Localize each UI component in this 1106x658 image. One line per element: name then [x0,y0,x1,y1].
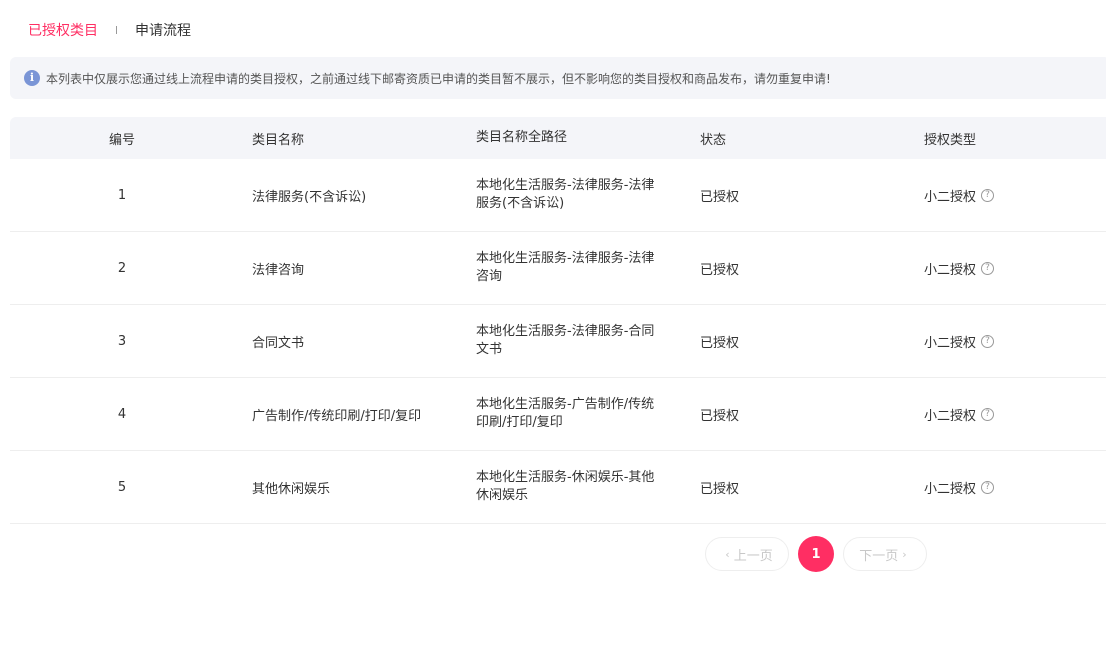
chevron-left-icon: ‹ [725,547,730,561]
tab-authorized-categories[interactable]: 已授权类目 [28,20,98,40]
cell-path-text: 本地化生活服务-法律服务-法律服务(不含诉讼) [476,178,655,211]
table-row: 5 其他休闲娱乐 本地化生活服务-休闲娱乐-其他休闲娱乐 已授权 小二授权? [10,451,1106,524]
cell-status: 已授权 [700,189,740,205]
cell-path-text: 本地化生活服务-广告制作/传统印刷/打印/复印 [476,397,655,430]
cell-path-text: 本地化生活服务-法律服务-法律咨询 [476,251,655,284]
header-no: 编号 [108,132,135,148]
question-icon[interactable]: ? [981,407,995,421]
table-header: 编号 类目名称 类目名称全路径 状态 授权类型 [10,117,1106,159]
notice-banner: i 本列表中仅展示您通过线上流程申请的类目授权，之前通过线下邮寄资质已申请的类目… [10,57,1106,99]
prev-page-button[interactable]: ‹ 上一页 [705,537,789,571]
cell-name: 法律服务(不含诉讼) [252,189,367,205]
cell-path: 本地化生活服务-法律服务-法律咨询 [458,250,682,286]
cell-name: 广告制作/传统印刷/打印/复印 [252,408,422,424]
cell-type: 小二授权? [906,332,995,351]
cell-path-text: 本地化生活服务-休闲娱乐-其他休闲娱乐 [476,470,655,503]
table-row: 3 合同文书 本地化生活服务-法律服务-合同文书 已授权 小二授权? [10,305,1106,378]
cell-path-text: 本地化生活服务-法律服务-合同文书 [476,324,655,357]
cell-status: 已授权 [700,335,740,351]
cell-path: 本地化生活服务-法律服务-法律服务(不含诉讼) [458,177,682,213]
cell-no: 4 [117,406,127,422]
notice-text: 本列表中仅展示您通过线上流程申请的类目授权，之前通过线下邮寄资质已申请的类目暂不… [46,71,831,86]
cell-no: 1 [117,187,127,203]
header-status: 状态 [700,132,727,148]
page-number-current[interactable]: 1 [798,536,834,572]
header-path: 类目名称全路径 [476,130,568,145]
next-page-label: 下一页 [859,548,899,564]
tab-bar: 已授权类目 申请流程 [28,18,191,42]
cell-type: 小二授权? [906,478,995,497]
cell-no: 5 [117,479,127,495]
cell-no: 2 [117,260,127,276]
cell-type: 小二授权? [906,405,995,424]
pagination: ‹ 上一页 1 下一页 › [705,536,927,572]
cell-type-text: 小二授权 [924,189,977,205]
info-icon: i [24,70,40,86]
cell-type-text: 小二授权 [924,335,977,351]
cell-type: 小二授权? [906,259,995,278]
cell-status: 已授权 [700,481,740,497]
cell-type-text: 小二授权 [924,408,977,424]
cell-name: 合同文书 [252,335,305,351]
cell-type: 小二授权? [906,186,995,205]
cell-path: 本地化生活服务-休闲娱乐-其他休闲娱乐 [458,469,682,505]
tab-divider [116,26,117,34]
cell-status: 已授权 [700,262,740,278]
prev-page-label: 上一页 [733,548,773,564]
table-row: 2 法律咨询 本地化生活服务-法律服务-法律咨询 已授权 小二授权? [10,232,1106,305]
question-icon[interactable]: ? [981,480,995,494]
cell-status: 已授权 [700,408,740,424]
cell-name: 其他休闲娱乐 [252,481,331,497]
question-icon[interactable]: ? [981,261,995,275]
table-row: 4 广告制作/传统印刷/打印/复印 本地化生活服务-广告制作/传统印刷/打印/复… [10,378,1106,451]
table-row: 1 法律服务(不含诉讼) 本地化生活服务-法律服务-法律服务(不含诉讼) 已授权… [10,159,1106,232]
tab-application-process[interactable]: 申请流程 [135,20,191,40]
cell-path: 本地化生活服务-法律服务-合同文书 [458,323,682,359]
next-page-button[interactable]: 下一页 › [843,537,927,571]
cell-no: 3 [117,333,127,349]
cell-type-text: 小二授权 [924,481,977,497]
cell-name: 法律咨询 [252,262,305,278]
question-icon[interactable]: ? [981,188,995,202]
chevron-right-icon: › [902,547,907,561]
question-icon[interactable]: ? [981,334,995,348]
cell-path: 本地化生活服务-广告制作/传统印刷/打印/复印 [458,396,682,432]
category-table: 编号 类目名称 类目名称全路径 状态 授权类型 1 法律服务(不含诉讼) 本地化… [10,117,1106,524]
header-name: 类目名称 [252,132,305,148]
header-type: 授权类型 [924,132,977,148]
cell-type-text: 小二授权 [924,262,977,278]
